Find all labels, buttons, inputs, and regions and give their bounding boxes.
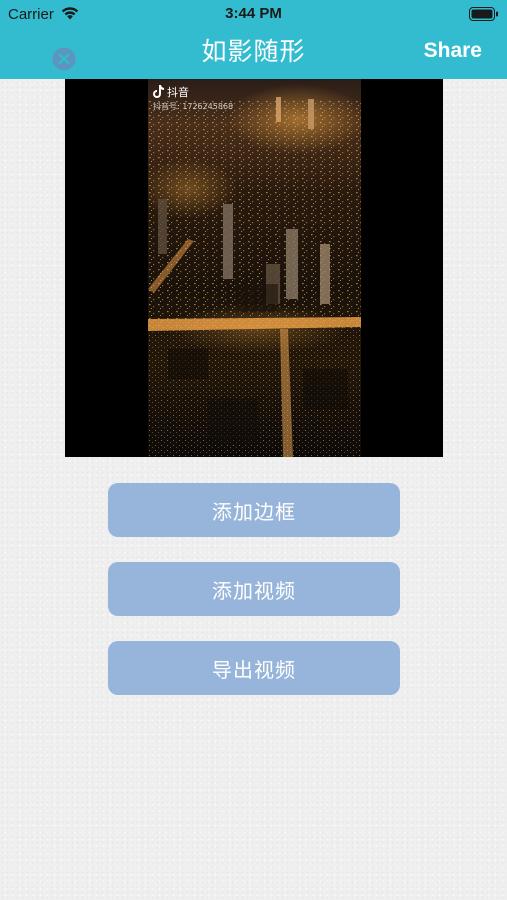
battery-icon xyxy=(469,7,499,25)
share-button[interactable]: Share xyxy=(424,39,482,63)
add-video-button[interactable]: 添加视频 xyxy=(108,562,400,616)
watermark-brand: 抖音 xyxy=(167,86,189,99)
tiktok-watermark: 抖音 抖音号: 1726245868 xyxy=(153,85,233,113)
watermark-id: 抖音号: 1726245868 xyxy=(153,102,234,111)
video-preview[interactable]: 抖音 抖音号: 1726245868 xyxy=(65,79,443,457)
clock-label: 3:44 PM xyxy=(225,5,282,22)
navigation-bar: Carrier 3:44 PM 如影随形 Share xyxy=(0,0,507,79)
add-border-button[interactable]: 添加边框 xyxy=(108,483,400,537)
city-night-image xyxy=(148,79,361,457)
tiktok-icon xyxy=(153,85,164,101)
status-bar: Carrier 3:44 PM xyxy=(0,0,507,28)
export-video-button[interactable]: 导出视频 xyxy=(108,641,400,695)
